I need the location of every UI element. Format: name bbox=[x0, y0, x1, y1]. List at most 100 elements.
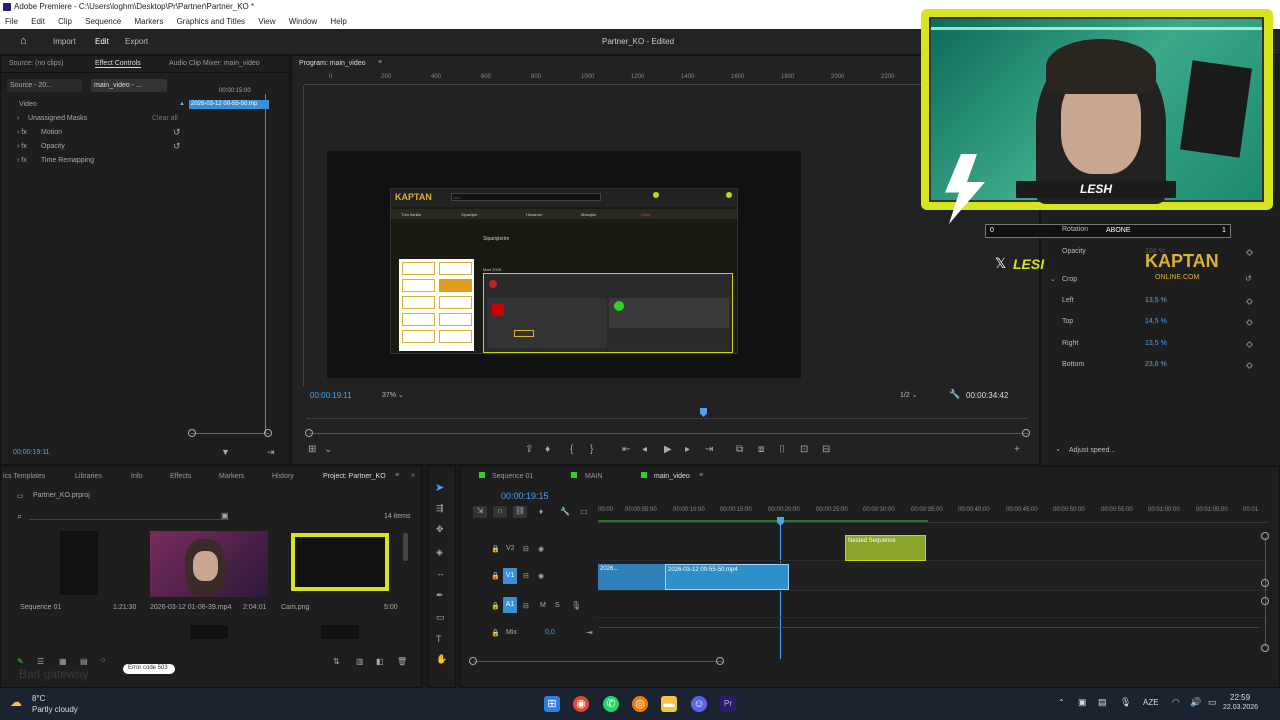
expand-opacity-icon[interactable]: › fx bbox=[17, 143, 27, 150]
mix-end-icon[interactable]: ⇥ bbox=[586, 628, 593, 637]
chrome-icon[interactable]: ◉ bbox=[573, 696, 589, 712]
project-menu-icon[interactable]: ≡ bbox=[395, 472, 399, 479]
weather-text[interactable]: Partly cloudy bbox=[32, 705, 78, 714]
menu-edit[interactable]: Edit bbox=[31, 17, 45, 26]
add-button-icon[interactable]: + bbox=[1014, 444, 1020, 455]
menu-sequence[interactable]: Sequence bbox=[85, 17, 121, 26]
menu-window[interactable]: Window bbox=[289, 17, 317, 26]
mic-icon[interactable]: 🎙 bbox=[571, 601, 581, 610]
track-label-v2[interactable]: V2 bbox=[506, 545, 515, 552]
zoom-dropdown[interactable]: 37% ⌄ bbox=[378, 389, 422, 401]
slip-icon[interactable]: ↔ bbox=[436, 568, 445, 578]
sort-icon[interactable]: ⇅ bbox=[333, 657, 340, 666]
thumb-cam[interactable] bbox=[291, 533, 389, 591]
tab-history[interactable]: History bbox=[272, 473, 294, 480]
razor-icon[interactable]: ◈ bbox=[436, 547, 443, 558]
lock-icon[interactable]: 🔒 bbox=[491, 572, 500, 580]
ec-playhead[interactable] bbox=[265, 94, 266, 434]
automate-icon[interactable]: ▥ bbox=[356, 657, 364, 666]
menu-view[interactable]: View bbox=[258, 17, 275, 26]
crop-right-value[interactable]: 13,5 % bbox=[1145, 340, 1167, 347]
tab-main-video[interactable]: main_video bbox=[654, 473, 690, 480]
marker-icon[interactable]: ♦ bbox=[545, 444, 550, 455]
mark-in-icon[interactable]: { bbox=[570, 444, 573, 455]
start-icon[interactable]: ⊞ bbox=[544, 696, 560, 712]
eye-icon[interactable]: ◉ bbox=[538, 545, 544, 553]
sync-icon[interactable]: ⊟ bbox=[523, 572, 529, 580]
reset-motion-icon[interactable]: ↺ bbox=[173, 127, 181, 138]
program-zoom-bar[interactable] bbox=[309, 433, 1029, 434]
lock-icon[interactable]: 🔒 bbox=[491, 629, 500, 637]
program-video-frame[interactable]: KAPTAN Ara... Tüm İlanlar Siparişler Hes… bbox=[327, 151, 801, 378]
menu-file[interactable]: File bbox=[5, 17, 18, 26]
clip-dropdown[interactable]: main_video - ... bbox=[91, 79, 167, 92]
track-lane-mix[interactable] bbox=[599, 627, 1259, 628]
discord-icon[interactable]: ☺ bbox=[691, 696, 707, 712]
tab-libraries[interactable]: Libraries bbox=[75, 473, 102, 480]
go-to-in-icon[interactable]: ⇤ bbox=[622, 444, 630, 455]
battery-icon[interactable]: ▭ bbox=[1208, 697, 1217, 708]
step-back-icon[interactable]: ◂ bbox=[642, 444, 647, 455]
track-lane-v2[interactable] bbox=[596, 537, 1266, 561]
tab-main[interactable]: MAIN bbox=[585, 473, 603, 480]
crop-expand-icon[interactable]: ⌄ bbox=[1050, 275, 1056, 283]
clock-date[interactable]: 22.03.2026 bbox=[1223, 704, 1258, 711]
timeline-zoom-left[interactable] bbox=[469, 657, 477, 665]
track-label-v1[interactable]: V1 bbox=[503, 568, 517, 584]
vscroll-handle[interactable] bbox=[1261, 532, 1269, 540]
delete-icon[interactable]: 🗑 bbox=[397, 657, 407, 666]
icon-view-icon[interactable]: ▦ bbox=[59, 657, 67, 666]
wrench-icon[interactable]: 🔧 bbox=[949, 389, 960, 400]
new-bin-icon[interactable]: ▣ bbox=[221, 511, 229, 520]
expand-motion-icon[interactable]: › fx bbox=[17, 129, 27, 136]
track-select-icon[interactable]: ⇶ bbox=[436, 503, 444, 514]
thumb-video[interactable] bbox=[150, 531, 268, 597]
menu-help[interactable]: Help bbox=[330, 17, 346, 26]
tab-graphics-templates[interactable]: ics Templates bbox=[3, 473, 45, 480]
v1-clip-a[interactable]: 2026... bbox=[598, 564, 665, 590]
effect-opacity[interactable]: Opacity bbox=[41, 143, 65, 150]
collapse-icon[interactable]: ▲ bbox=[179, 101, 185, 107]
rectangle-icon[interactable]: ▭ bbox=[436, 612, 445, 623]
ec-clip-bar[interactable]: 2026-03-12 00-55-50.mp bbox=[189, 100, 269, 109]
freeform-view-icon[interactable]: ▤ bbox=[80, 657, 88, 666]
crop-bottom-value[interactable]: 23,8 % bbox=[1145, 361, 1167, 368]
timeline-ruler[interactable]: 00:00 00:00:05:00 00:00:10:00 00:00:15:0… bbox=[598, 505, 1268, 523]
wifi-icon[interactable]: ◠ bbox=[1172, 697, 1180, 708]
camera-icon[interactable]: ⌷ bbox=[779, 444, 785, 455]
menu-markers[interactable]: Markers bbox=[134, 17, 163, 26]
timeline-menu-icon[interactable]: ≡ bbox=[699, 472, 703, 479]
vscroll-handle[interactable] bbox=[1261, 579, 1269, 587]
tab-source[interactable]: Source: (no clips) bbox=[9, 60, 63, 67]
lock-icon[interactable]: 🔒 bbox=[491, 602, 500, 610]
insert-icon[interactable]: ⧉ bbox=[736, 444, 743, 455]
thumb-small[interactable] bbox=[321, 625, 359, 639]
ec-timecode[interactable]: 00:00:19:11 bbox=[13, 449, 49, 456]
tab-effect-controls[interactable]: Effect Controls bbox=[95, 60, 141, 68]
effect-time-remapping[interactable]: Time Remapping bbox=[41, 157, 94, 164]
lift-icon[interactable]: ⇪ bbox=[525, 444, 533, 455]
blender-icon[interactable]: ◎ bbox=[632, 696, 648, 712]
tab-export[interactable]: Export bbox=[125, 37, 148, 46]
tab-markers[interactable]: Markers bbox=[219, 473, 244, 480]
timeline-vscroll[interactable] bbox=[1265, 537, 1266, 647]
overwrite-icon[interactable]: ⧈ bbox=[758, 444, 764, 455]
settings-icon[interactable]: ⊞ bbox=[308, 444, 316, 455]
pen-icon[interactable]: ✒ bbox=[436, 590, 444, 601]
add-marker-icon[interactable]: ♦ bbox=[539, 507, 543, 516]
crop-left-value[interactable]: 13,5 % bbox=[1145, 297, 1167, 304]
step-forward-icon[interactable]: ▸ bbox=[685, 444, 690, 455]
ec-zoom-handle-left[interactable] bbox=[188, 429, 196, 437]
timeline-timecode[interactable]: 00:00:19:15 bbox=[501, 491, 549, 501]
tab-effects[interactable]: Effects bbox=[170, 473, 191, 480]
opacity-value[interactable]: 100 % bbox=[1145, 248, 1165, 255]
program-timecode[interactable]: 00:00:19:11 bbox=[310, 391, 352, 400]
tab-audio-mixer[interactable]: Audio Clip Mixer: main_video bbox=[169, 60, 260, 67]
track-label-a1[interactable]: A1 bbox=[503, 597, 517, 613]
zoom-circle-icon[interactable]: ○ bbox=[101, 657, 105, 664]
volume-icon[interactable]: 🔊 bbox=[1190, 697, 1201, 708]
list-view-icon[interactable]: ☰ bbox=[37, 657, 44, 666]
pencil-icon[interactable]: ✎ bbox=[17, 657, 24, 666]
home-icon[interactable]: ⌂ bbox=[20, 35, 27, 47]
hand-icon[interactable]: ✋ bbox=[436, 654, 447, 665]
